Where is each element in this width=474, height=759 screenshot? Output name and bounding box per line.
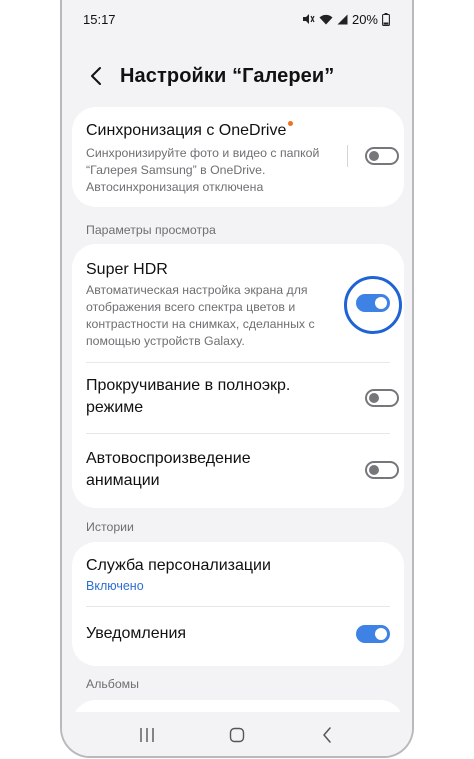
autoplay-title-2: анимации (86, 472, 160, 489)
onedrive-toggle[interactable] (365, 147, 399, 165)
status-bar: 15:17 20% (62, 0, 412, 38)
onedrive-title-text: Синхронизация с OneDrive (86, 122, 287, 139)
onedrive-sub-1: Синхронизируйте фото и видео с папкой (86, 146, 320, 160)
super-hdr-sub-1: Автоматическая настройка экрана для (86, 283, 308, 297)
personalization-row[interactable]: Служба персонализации Включено (72, 542, 404, 604)
recent-apps-icon (140, 728, 154, 742)
onedrive-card[interactable]: Синхронизация с OneDrive Синхронизируйте… (72, 107, 404, 207)
home-button[interactable] (217, 720, 257, 750)
autoplay-title-1: Автовоспроизведение (86, 450, 251, 467)
super-hdr-title: Super HDR (86, 261, 168, 278)
super-hdr-sub-2: отображения всего спектра цветов и (86, 300, 296, 314)
super-hdr-toggle[interactable] (356, 294, 390, 312)
home-icon (229, 727, 245, 743)
onedrive-sub-3: Автосинхронизация отключена (86, 180, 264, 194)
autoplay-row[interactable]: Автовоспроизведение анимации (72, 434, 404, 508)
mute-icon (302, 13, 315, 25)
battery-icon (382, 12, 390, 26)
autoplay-toggle[interactable] (365, 461, 399, 479)
vertical-divider (347, 145, 348, 167)
back-button[interactable] (76, 56, 116, 96)
recent-apps-button[interactable] (127, 720, 167, 750)
new-badge-dot (288, 121, 294, 126)
phone-frame: 15:17 20% Настройки “Галереи” Синхрониза (60, 0, 414, 758)
section-stories: Истории (86, 520, 134, 534)
notifications-toggle[interactable] (356, 625, 390, 643)
wifi-icon (319, 14, 333, 25)
onedrive-sub-2: “Галерея Samsung” в OneDrive. (86, 163, 266, 177)
fullscreen-scroll-title-2: режиме (86, 399, 144, 416)
chevron-left-icon (91, 67, 101, 85)
super-hdr-sub-3: контрастности на снимках, сделанных с (86, 317, 315, 331)
notifications-title: Уведомления (86, 625, 187, 642)
super-hdr-row[interactable]: Super HDR Автоматическая настройка экран… (72, 244, 404, 362)
navigation-bar (62, 712, 412, 756)
notifications-row[interactable]: Уведомления (72, 607, 404, 666)
fullscreen-scroll-row[interactable]: Прокручивание в полноэкр. режиме (72, 363, 404, 433)
back-nav-button[interactable] (307, 720, 347, 750)
fullscreen-scroll-title-1: Прокручивание в полноэкр. (86, 377, 291, 394)
onedrive-title: Синхронизация с OneDrive (86, 120, 294, 142)
super-hdr-sub-4: помощью устройств Galaxy. (86, 334, 245, 348)
page-header: Настройки “Галереи” (62, 56, 412, 96)
section-albums: Альбомы (86, 677, 139, 691)
view-settings-card: Super HDR Автоматическая настройка экран… (72, 244, 404, 508)
personalization-title: Служба персонализации (86, 557, 271, 574)
status-icons: 20% (302, 12, 390, 27)
signal-icon (337, 14, 348, 25)
status-time: 15:17 (83, 11, 116, 27)
section-view-settings: Параметры просмотра (86, 223, 216, 237)
back-nav-icon (323, 727, 331, 743)
page-title: Настройки “Галереи” (120, 64, 335, 87)
stories-card: Служба персонализации Включено Уведомлен… (72, 542, 404, 666)
fullscreen-scroll-toggle[interactable] (365, 389, 399, 407)
battery-percent: 20% (351, 11, 378, 27)
personalization-status: Включено (86, 579, 144, 593)
